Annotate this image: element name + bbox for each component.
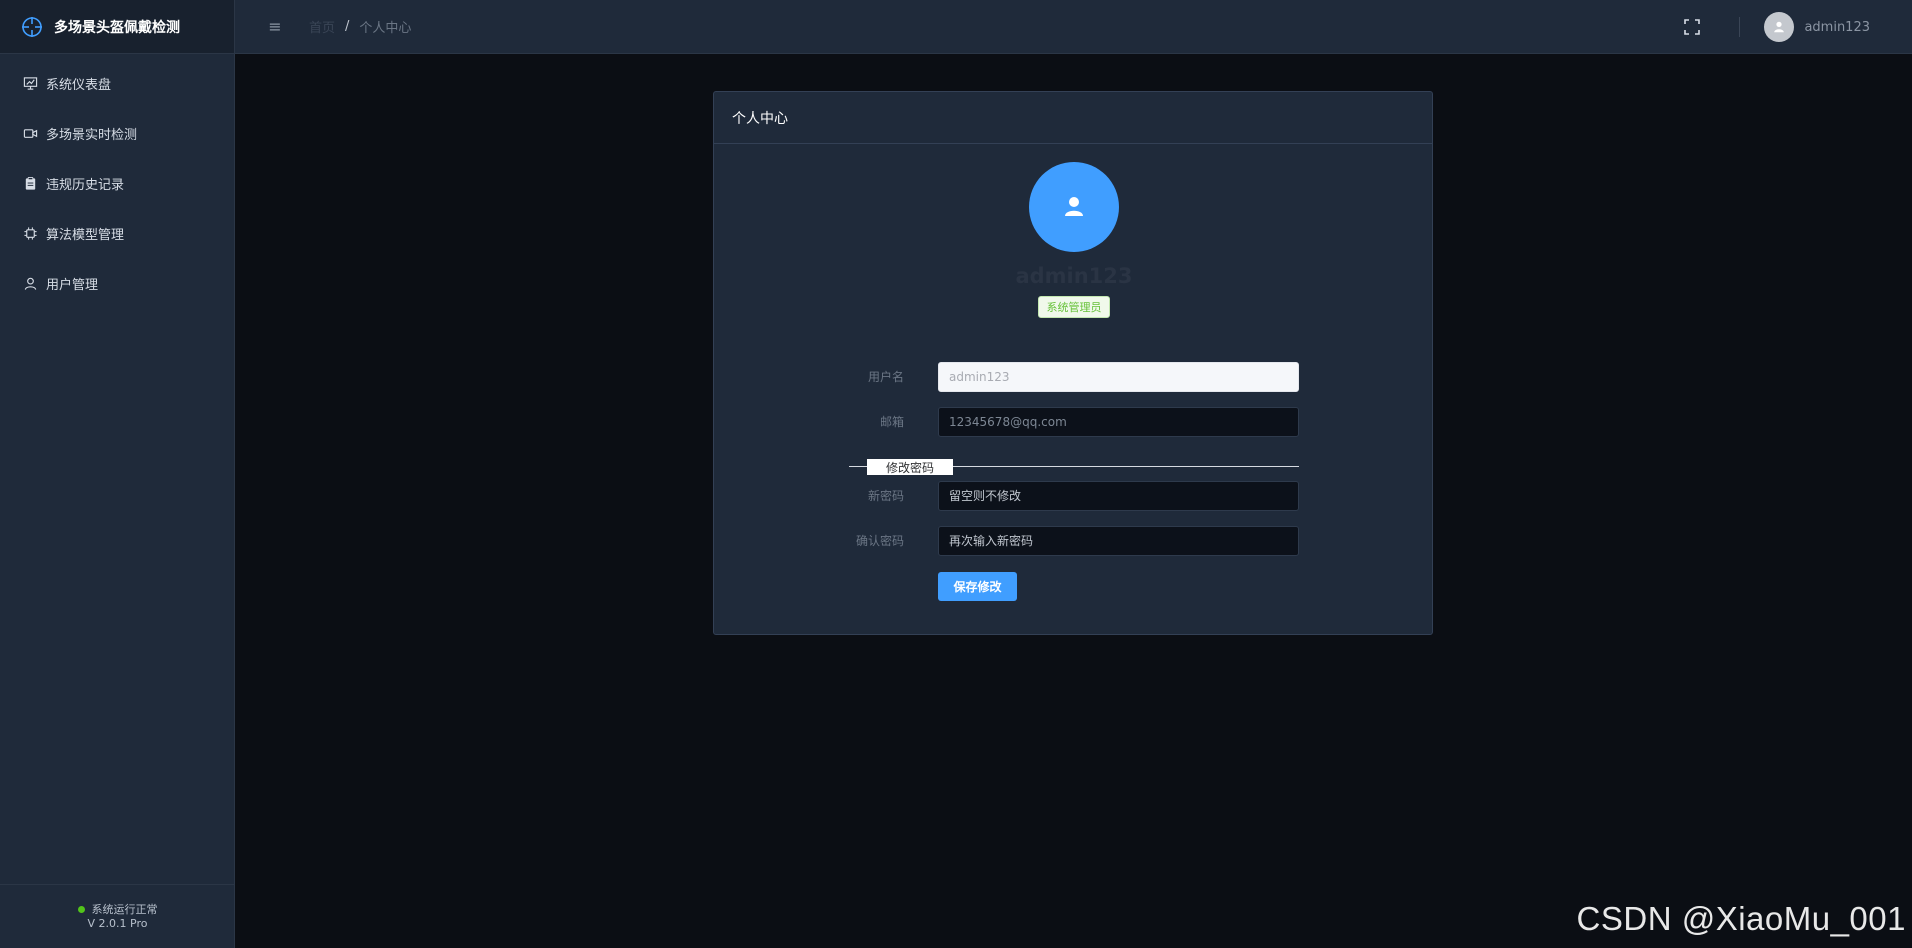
sidebar-footer: 系统运行正常 V 2.0.1 Pro [0,884,235,948]
confirm-password-label: 确认密码 [855,534,904,548]
camera-icon [22,125,38,141]
email-field[interactable] [938,407,1299,437]
profile-name: admin123 [1015,264,1133,288]
sidebar-item-model-management[interactable]: 算法模型管理 [0,208,234,258]
sidebar-item-label: 系统仪表盘 [46,77,112,93]
header-username: admin123 [1804,19,1870,35]
header-divider [1739,17,1741,37]
watermark: CSDN @XiaoMu_001 [1576,900,1906,937]
user-dropdown[interactable]: admin123 [1764,12,1870,42]
app-title: 多场景头盔佩戴检测 [54,19,180,36]
role-badge: 系统管理员 [1038,296,1110,318]
header-actions: admin123 [1681,0,1912,54]
divider-label: 修改密码 [867,459,953,475]
hamburger-menu-icon[interactable]: ≡ [267,17,283,36]
system-status-text: 系统运行正常 [91,902,158,916]
top-header: ≡ 首页 / 个人中心 admin123 [235,0,1912,54]
card-title: 个人中心 [714,92,1432,144]
confirm-password-field[interactable] [938,526,1299,556]
crosshair-icon [20,15,44,39]
chip-icon [22,225,38,241]
sidebar-item-realtime-detection[interactable]: 多场景实时检测 [0,108,234,158]
profile-card: 个人中心 admin123 系统管理员 用户名 邮箱 修改密码 新密码 确认密码 [713,91,1433,635]
save-button[interactable]: 保存修改 [938,572,1017,601]
username-label: 用户名 [867,370,904,384]
new-password-label: 新密码 [867,489,904,503]
email-label: 邮箱 [879,415,904,429]
sidebar: 多场景头盔佩戴检测 系统仪表盘 多场景实时检测 违规历史记录 算法模型管理 用户… [0,0,235,948]
breadcrumb-home[interactable]: 首页 [309,17,335,36]
profile-avatar[interactable] [1029,162,1119,252]
new-password-field[interactable] [938,481,1299,511]
sidebar-item-label: 用户管理 [46,277,99,293]
username-row: 用户名 [714,362,1434,392]
version-text: V 2.0.1 Pro [87,916,148,930]
username-field [938,362,1299,392]
sidebar-item-user-management[interactable]: 用户管理 [0,258,234,308]
confirm-password-row: 确认密码 [714,526,1434,556]
new-password-row: 新密码 [714,481,1434,511]
dashboard-icon [22,75,38,91]
sidebar-item-violation-history[interactable]: 违规历史记录 [0,158,234,208]
sidebar-item-label: 算法模型管理 [46,227,125,243]
breadcrumb-separator: / [345,19,350,34]
sidebar-menu: 系统仪表盘 多场景实时检测 违规历史记录 算法模型管理 用户管理 [0,54,234,308]
sidebar-item-dashboard[interactable]: 系统仪表盘 [0,58,234,108]
password-divider: 修改密码 [849,458,1299,476]
sidebar-item-label: 多场景实时检测 [46,127,138,143]
fullscreen-icon[interactable] [1681,16,1703,38]
app-root: 多场景头盔佩戴检测 系统仪表盘 多场景实时检测 违规历史记录 算法模型管理 用户… [0,0,1912,948]
user-icon [1774,21,1785,33]
user-icon [22,275,38,291]
logo[interactable]: 多场景头盔佩戴检测 [0,0,234,54]
avatar [1764,12,1795,42]
sidebar-item-label: 违规历史记录 [46,177,125,193]
breadcrumb-current: 个人中心 [359,21,412,36]
system-status: 系统运行正常 [77,902,158,917]
email-row: 邮箱 [714,407,1434,437]
user-icon [1065,197,1083,216]
clipboard-icon [22,175,38,191]
status-dot-icon [77,906,85,913]
breadcrumb: 首页 / 个人中心 [309,17,411,36]
